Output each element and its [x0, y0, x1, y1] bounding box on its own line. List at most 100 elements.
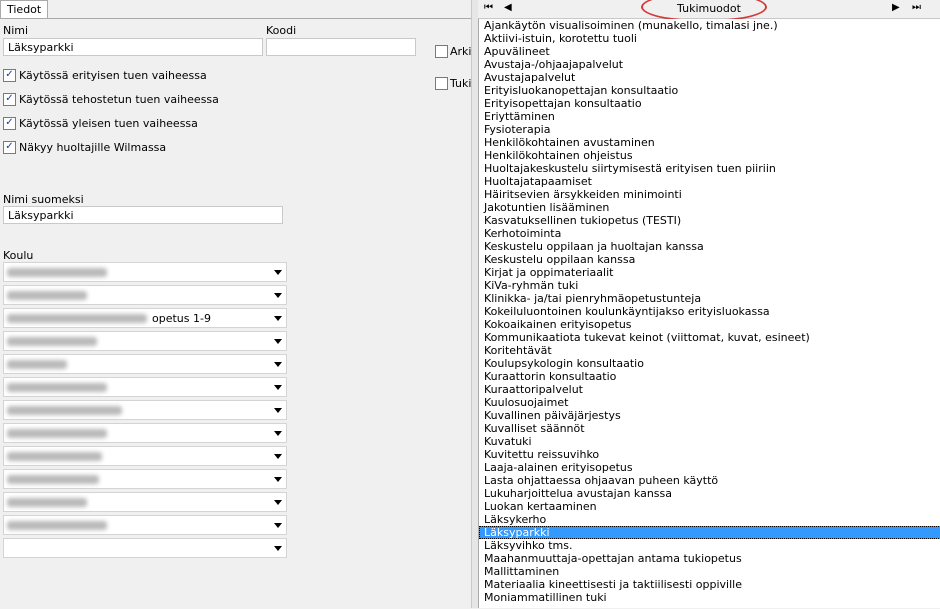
chevron-down-icon [274, 431, 282, 436]
list-item[interactable]: Kokeiluluontoinen koulunkäyntijakso erit… [479, 305, 940, 318]
list-item[interactable]: Kuraattorin konsultaatio [479, 370, 940, 383]
school-select[interactable] [3, 331, 287, 351]
list-item[interactable]: Moniammatillinen tuki [479, 591, 940, 604]
school-label: Koulu [3, 249, 34, 262]
list-item[interactable]: Kirjat ja oppimateriaalit [479, 266, 940, 279]
list-item[interactable]: Lasta ohjattaessa ohjaavan puheen käyttö [479, 474, 940, 487]
list-item[interactable]: Jakotuntien lisääminen [479, 201, 940, 214]
school-select[interactable] [3, 446, 287, 466]
list-item[interactable]: Materiaalia kineettisesti ja taktiilises… [479, 578, 940, 591]
nav-next-icon[interactable]: ▶ [892, 2, 900, 13]
chevron-down-icon [274, 339, 282, 344]
list-item[interactable]: Erityisopettajan konsultaatio [479, 97, 940, 110]
list-item[interactable]: Keskustelu oppilaan kanssa [479, 253, 940, 266]
school-select[interactable] [3, 285, 287, 305]
archived-label: Arki [450, 45, 472, 58]
school-select[interactable] [3, 423, 287, 443]
list-item[interactable]: Läksyparkki [479, 526, 940, 539]
checkbox-general-support[interactable]: ✓ Käytössä yleisen tuen vaiheessa [3, 117, 198, 130]
tuki-checkbox[interactable] [435, 77, 448, 90]
list-item[interactable]: Klinikka- ja/tai pienryhmäopetustunteja [479, 292, 940, 305]
archived-checkbox[interactable] [435, 45, 448, 58]
list-item[interactable]: Aktiivi-istuin, korotettu tuoli [479, 32, 940, 45]
list-items: Ajankäytön visualisoiminen (munakello, t… [479, 19, 940, 604]
school-select[interactable] [3, 515, 287, 535]
name-input[interactable]: Läksyparkki [3, 38, 263, 56]
checkbox-intensified-support[interactable]: ✓ Käytössä tehostetun tuen vaiheessa [3, 93, 219, 106]
nav-last-icon[interactable]: ⏭ [912, 2, 921, 13]
code-label: Koodi [266, 24, 297, 37]
school-select-empty[interactable] [3, 538, 287, 558]
chevron-down-icon [274, 546, 282, 551]
chevron-down-icon [274, 477, 282, 482]
list-item[interactable]: Kuulosuojaimet [479, 396, 940, 409]
checkbox-intensified-support-box[interactable]: ✓ [3, 93, 16, 106]
list-item[interactable]: Kommunikaatiota tukevat keinot (viittoma… [479, 331, 940, 344]
name-label: Nimi [3, 24, 29, 37]
list-item[interactable]: Kasvatuksellinen tukiopetus (TESTI) [479, 214, 940, 227]
list-item[interactable]: Lukuharjoittelua avustajan kanssa [479, 487, 940, 500]
school-select-text: opetus 1-9 [152, 312, 211, 325]
list-item[interactable]: Koulupsykologin konsultaatio [479, 357, 940, 370]
school-select[interactable] [3, 492, 287, 512]
school-select[interactable] [3, 354, 287, 374]
school-select[interactable] [3, 469, 287, 489]
chevron-down-icon [274, 316, 282, 321]
list-item[interactable]: Kuvalliset säännöt [479, 422, 940, 435]
list-item[interactable]: Läksykerho [479, 513, 940, 526]
checkbox-visible-guardians[interactable]: ✓ Näkyy huoltajille Wilmassa [3, 141, 166, 154]
checkbox-visible-guardians-box[interactable]: ✓ [3, 141, 16, 154]
list-item[interactable]: Kuvatuki [479, 435, 940, 448]
checkbox-special-support[interactable]: ✓ Käytössä erityisen tuen vaiheessa [3, 69, 207, 82]
checkbox-intensified-support-label: Käytössä tehostetun tuen vaiheessa [19, 93, 219, 106]
tab-details[interactable]: Tiedot [0, 0, 49, 19]
support-forms-list[interactable]: Ajankäytön visualisoiminen (munakello, t… [478, 19, 940, 608]
list-item[interactable]: Luokan kertaaminen [479, 500, 940, 513]
school-select[interactable] [3, 400, 287, 420]
tuki-label: Tuki [450, 77, 472, 90]
school-select[interactable] [3, 377, 287, 397]
list-item[interactable]: Kuraattoripalvelut [479, 383, 940, 396]
checkbox-general-support-box[interactable]: ✓ [3, 117, 16, 130]
chevron-down-icon [274, 500, 282, 505]
list-item[interactable]: Mallittaminen [479, 565, 940, 578]
checkbox-visible-guardians-label: Näkyy huoltajille Wilmassa [19, 141, 167, 154]
list-item[interactable]: Eriyttäminen [479, 110, 940, 123]
list-item[interactable]: Avustaja-/ohjaajapalvelut [479, 58, 940, 71]
school-select[interactable]: opetus 1-9 [3, 308, 287, 328]
list-item[interactable]: Huoltajatapaamiset [479, 175, 940, 188]
list-item[interactable]: Kerhotoiminta [479, 227, 940, 240]
list-item[interactable]: Henkilökohtainen avustaminen [479, 136, 940, 149]
list-item[interactable]: KiVa-ryhmän tuki [479, 279, 940, 292]
chevron-down-icon [274, 270, 282, 275]
finnish-name-label: Nimi suomeksi [3, 193, 84, 206]
chevron-down-icon [274, 362, 282, 367]
list-item[interactable]: Avustajapalvelut [479, 71, 940, 84]
school-select[interactable] [3, 262, 287, 282]
list-item[interactable]: Läksyvihko tms. [479, 539, 940, 552]
list-item[interactable]: Keskustelu oppilaan ja huoltajan kanssa [479, 240, 940, 253]
chevron-down-icon [274, 293, 282, 298]
list-item[interactable]: Maahanmuuttaja-opettajan antama tukiopet… [479, 552, 940, 565]
checkbox-special-support-label: Käytössä erityisen tuen vaiheessa [19, 69, 207, 82]
list-item[interactable]: Kokoaikainen erityisopetus [479, 318, 940, 331]
checkbox-special-support-box[interactable]: ✓ [3, 69, 16, 82]
list-item[interactable]: Huoltajakeskustelu siirtymisestä erityis… [479, 162, 940, 175]
list-item[interactable]: Fysioterapia [479, 123, 940, 136]
chevron-down-icon [274, 454, 282, 459]
details-panel: Nimi Läksyparkki Koodi Arki Tuki ✓ Käytö… [0, 18, 471, 609]
list-item[interactable]: Ajankäytön visualisoiminen (munakello, t… [479, 19, 940, 32]
list-item[interactable]: Apuvälineet [479, 45, 940, 58]
checkbox-general-support-label: Käytössä yleisen tuen vaiheessa [19, 117, 198, 130]
finnish-name-input[interactable]: Läksyparkki [3, 206, 283, 224]
list-item[interactable]: Laaja-alainen erityisopetus [479, 461, 940, 474]
list-item[interactable]: Koritehtävät [479, 344, 940, 357]
list-item[interactable]: Erityisluokanopettajan konsultaatio [479, 84, 940, 97]
list-item[interactable]: Kuvitettu reissuvihko [479, 448, 940, 461]
list-item[interactable]: Häiritsevien ärsykkeiden minimointi [479, 188, 940, 201]
chevron-down-icon [274, 385, 282, 390]
chevron-down-icon [274, 523, 282, 528]
code-input[interactable] [266, 38, 416, 56]
list-item[interactable]: Kuvallinen päiväjärjestys [479, 409, 940, 422]
list-item[interactable]: Henkilökohtainen ohjeistus [479, 149, 940, 162]
